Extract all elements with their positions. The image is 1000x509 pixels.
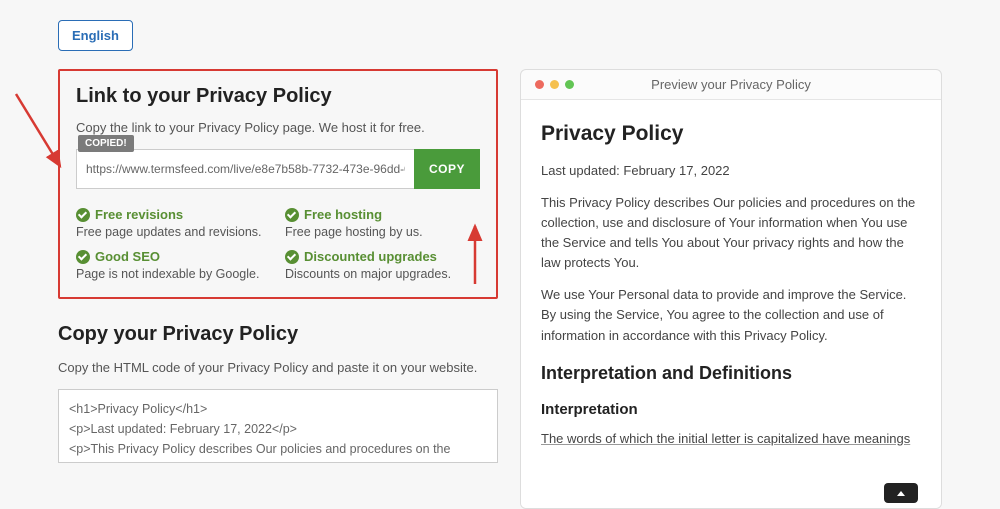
window-dot-green-icon <box>565 80 574 89</box>
feature-title: Free hosting <box>304 207 382 222</box>
window-dot-red-icon <box>535 80 544 89</box>
copied-badge: COPIED! <box>78 135 134 152</box>
code-line: <p>This Privacy Policy describes Our pol… <box>69 439 487 459</box>
left-column: Link to your Privacy Policy Copy the lin… <box>58 69 498 509</box>
check-icon <box>76 208 90 222</box>
link-subtext: Copy the link to your Privacy Policy pag… <box>76 120 480 135</box>
url-row: COPIED! COPY <box>76 149 480 189</box>
preview-title: Preview your Privacy Policy <box>521 77 941 92</box>
copy-button[interactable]: COPY <box>414 149 480 189</box>
feature-desc: Discounts on major upgrades. <box>285 267 480 281</box>
feature-desc: Page is not indexable by Google. <box>76 267 271 281</box>
copy-heading: Copy your Privacy Policy <box>58 323 498 346</box>
check-icon <box>76 250 90 264</box>
feature-good-seo: Good SEO Page is not indexable by Google… <box>76 249 271 281</box>
preview-updated: Last updated: February 17, 2022 <box>541 161 921 181</box>
feature-discounted-upgrades: Discounted upgrades Discounts on major u… <box>285 249 480 281</box>
feature-desc: Free page updates and revisions. <box>76 225 271 239</box>
feature-free-hosting: Free hosting Free page hosting by us. <box>285 207 480 239</box>
feature-title: Good SEO <box>95 249 160 264</box>
preview-window: Preview your Privacy Policy Privacy Poli… <box>520 69 942 509</box>
feature-title: Discounted upgrades <box>304 249 437 264</box>
preview-h3: Interpretation <box>541 398 921 421</box>
url-input[interactable] <box>76 149 414 189</box>
check-icon <box>285 208 299 222</box>
feature-title: Free revisions <box>95 207 183 222</box>
preview-p1: This Privacy Policy describes Our polici… <box>541 193 921 274</box>
preview-h1: Privacy Policy <box>541 118 921 151</box>
copy-subtext: Copy the HTML code of your Privacy Polic… <box>58 360 498 375</box>
feature-desc: Free page hosting by us. <box>285 225 480 239</box>
preview-h2: Interpretation and Definitions <box>541 360 921 388</box>
copy-section: Copy your Privacy Policy Copy the HTML c… <box>58 323 498 463</box>
html-code-box[interactable]: <h1>Privacy Policy</h1> <p>Last updated:… <box>58 389 498 463</box>
preview-p2: We use Your Personal data to provide and… <box>541 285 921 345</box>
right-column: Preview your Privacy Policy Privacy Poli… <box>520 69 942 509</box>
window-dot-yellow-icon <box>550 80 559 89</box>
scroll-to-top-button[interactable] <box>884 483 918 503</box>
language-button[interactable]: English <box>58 20 133 51</box>
feature-free-revisions: Free revisions Free page updates and rev… <box>76 207 271 239</box>
preview-p3: The words of which the initial letter is… <box>541 429 921 449</box>
link-card: Link to your Privacy Policy Copy the lin… <box>58 69 498 299</box>
code-line: <p>Last updated: February 17, 2022</p> <box>69 419 487 439</box>
link-heading: Link to your Privacy Policy <box>76 85 480 108</box>
preview-titlebar: Preview your Privacy Policy <box>521 70 941 100</box>
feature-grid: Free revisions Free page updates and rev… <box>76 207 480 281</box>
check-icon <box>285 250 299 264</box>
code-line: <h1>Privacy Policy</h1> <box>69 399 487 419</box>
preview-body[interactable]: Privacy Policy Last updated: February 17… <box>521 100 941 508</box>
